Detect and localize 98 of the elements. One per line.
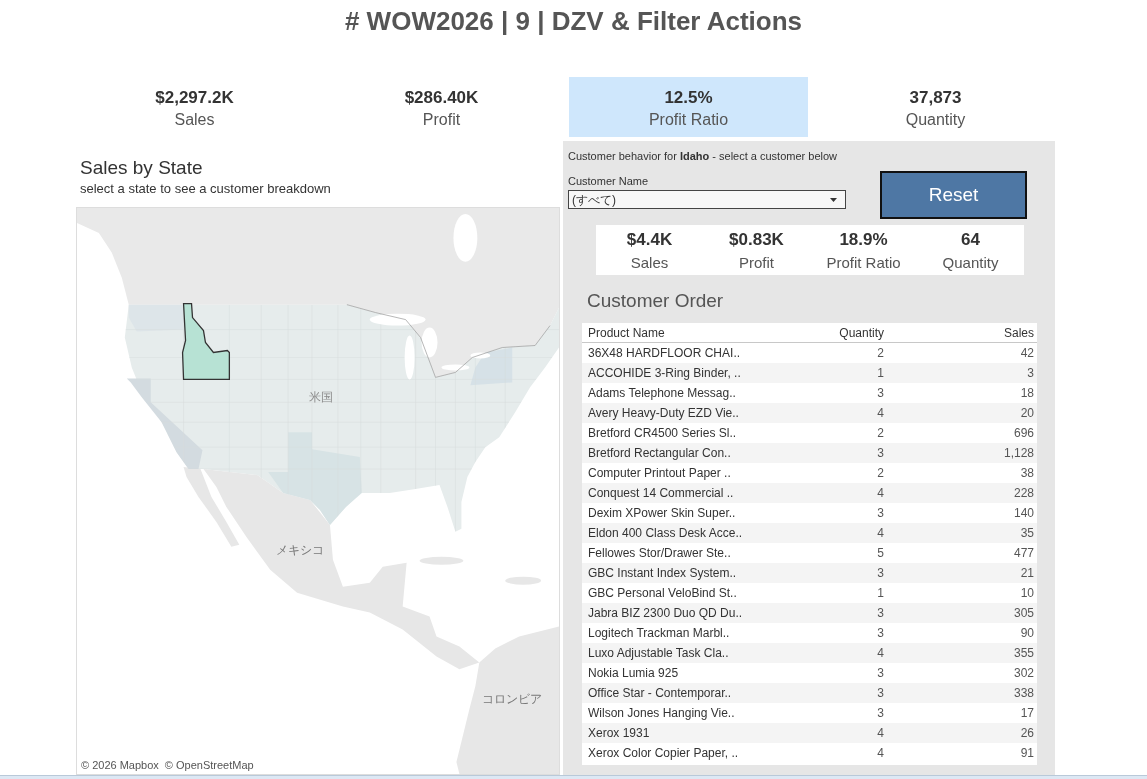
kpi-label: Profit Ratio (826, 253, 901, 273)
kpi-value: 37,873 (909, 87, 962, 109)
table-cell-text: 4 (876, 525, 885, 542)
table-cell-text: 2 (876, 425, 885, 442)
table-cell-text: 3 (876, 445, 885, 462)
column-header: Product Name (587, 324, 666, 342)
attribution-link[interactable]: © 2026 Mapbox (81, 758, 159, 772)
table-cell-text: Office Star - Contemporar.. (587, 685, 733, 702)
table-cell-text: 2 (876, 465, 885, 482)
kpi-value: $4.4K (626, 230, 673, 250)
table-cell-text: 2 (876, 345, 885, 362)
table-cell-text: Adams Telephone Messag.. (587, 385, 737, 402)
table-cell-text: 1,128 (1002, 445, 1035, 462)
table-cell-text: 4 (876, 745, 885, 762)
kpi-value: 64 (961, 230, 980, 250)
table-title: Customer Order (587, 289, 725, 313)
column-header: Sales (1002, 324, 1035, 342)
table-cell-text: 91 (1019, 745, 1035, 762)
kpi-tile[interactable]: 12.5% Profit Ratio (569, 77, 808, 137)
table-cell-text: 42 (1019, 345, 1035, 362)
table-cell-text: 38 (1019, 465, 1035, 482)
table-cell-text: Wilson Jones Hanging Vie.. (587, 705, 736, 722)
table-cell-text: 302 (1012, 665, 1035, 682)
map-label: 米国 (309, 390, 333, 404)
table-cell-text: 3 (876, 505, 885, 522)
kpi-value: 12.5% (664, 87, 713, 109)
table-cell-text: 355 (1012, 645, 1035, 662)
reset-button[interactable]: Reset (880, 171, 1027, 219)
table-cell-text: 3 (876, 565, 885, 582)
table-cell-text: 1 (876, 585, 885, 602)
map-label: コロンビア (482, 692, 542, 706)
table-cell-text: Avery Heavy-Duty EZD Vie.. (587, 405, 740, 422)
kpi-label: Sales (174, 110, 215, 130)
table-cell-text: Dexim XPower Skin Super.. (587, 505, 737, 522)
table-cell-text: Xerox 1931 (587, 725, 651, 742)
table-cell-text: 4 (876, 405, 885, 422)
table-cell-text: 338 (1012, 685, 1035, 702)
table-cell-text: Luxo Adjustable Task Cla.. (587, 645, 730, 662)
table-cell-text: Logitech Trackman Marbl.. (587, 625, 731, 642)
table-cell-text: 21 (1019, 565, 1035, 582)
table-cell-text: GBC Instant Index System.. (587, 565, 738, 582)
table-cell-text: 20 (1019, 405, 1035, 422)
table-cell-text: Nokia Lumia 925 (587, 665, 680, 682)
map-title: Sales by State (79, 156, 204, 180)
map-label: メキシコ (276, 543, 324, 557)
column-header: Quantity (838, 324, 885, 342)
table-cell-text: Fellowes Stor/Drawer Ste.. (587, 545, 732, 562)
table-cell-text: Bretford Rectangular Con.. (587, 445, 732, 462)
table-cell-text: 4 (876, 645, 885, 662)
dashboard-title: # WOW2026 | 9 | DZV & Filter Actions (344, 6, 803, 36)
kpi-label: Quantity (905, 110, 966, 130)
table-cell-text: 3 (876, 605, 885, 622)
table-cell-text: 477 (1012, 545, 1035, 562)
filter-label: Customer Name (568, 174, 650, 189)
table-cell-text: 36X48 HARDFLOOR CHAI.. (587, 345, 742, 362)
table-cell-text: 10 (1019, 585, 1035, 602)
table-cell-text: 4 (876, 725, 885, 742)
table-cell-text: Xerox Color Copier Paper, .. (587, 745, 740, 762)
table-cell-text: Bretford CR4500 Series Sl.. (587, 425, 738, 442)
kpi-value: 18.9% (839, 230, 888, 250)
table-cell-text: 3 (876, 385, 885, 402)
kpi-label: Profit (739, 253, 774, 273)
table-cell-text: 26 (1019, 725, 1035, 742)
kpi-label: Profit Ratio (648, 110, 729, 130)
table-cell-text: ACCOHIDE 3-Ring Binder, .. (587, 365, 742, 382)
table-cell-text: Conquest 14 Commercial .. (587, 485, 735, 502)
table-cell-text: 90 (1019, 625, 1035, 642)
table-cell-text: 35 (1019, 525, 1035, 542)
kpi-label: Sales (630, 253, 669, 273)
caret-icon (830, 197, 837, 202)
kpi-value: $286.40K (404, 87, 479, 109)
table-cell-text: 3 (876, 705, 885, 722)
attribution-link[interactable]: © OpenStreetMap (164, 758, 254, 772)
kpi-label: Quantity (942, 253, 999, 273)
table-cell-text: 18 (1019, 385, 1035, 402)
table-cell-text: 696 (1012, 425, 1035, 442)
table-cell-text: 228 (1012, 485, 1035, 502)
map-subtitle: select a state to see a customer breakdown (79, 180, 332, 198)
table-cell-text: 5 (876, 545, 885, 562)
kpi-value: $2,297.2K (155, 87, 234, 109)
table-cell-text: Computer Printout Paper .. (587, 465, 732, 482)
table-cell-text: Jabra BIZ 2300 Duo QD Du.. (587, 605, 744, 622)
state-map[interactable] (77, 208, 559, 774)
table-cell-text: 1 (876, 365, 885, 382)
table-cell-text: 305 (1012, 605, 1035, 622)
table-cell-text: 3 (876, 685, 885, 702)
table-cell-text: 3 (876, 625, 885, 642)
table-cell-text: 17 (1019, 705, 1035, 722)
table-cell-text: 3 (1026, 365, 1035, 382)
kpi-label: Profit (422, 110, 461, 130)
table-cell-text: 140 (1012, 505, 1035, 522)
table-cell-text: 3 (876, 665, 885, 682)
kpi-value: $0.83K (729, 230, 784, 250)
table-cell-text: Eldon 400 Class Desk Acce.. (587, 525, 744, 542)
caption-text: Customer behavior for Idaho - select a customer below (568, 149, 838, 163)
table-cell-text: GBC Personal VeloBind St.. (587, 585, 738, 602)
customer-dropdown[interactable]: (すべて) (568, 190, 846, 209)
table-cell-text: 4 (876, 485, 885, 502)
